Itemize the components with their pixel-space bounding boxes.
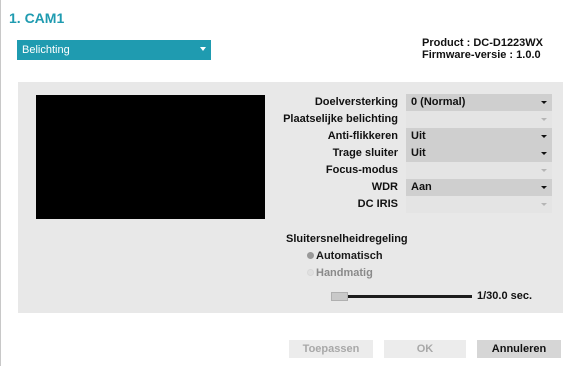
setting-select-anti-flikkeren[interactable]: Uit bbox=[406, 128, 552, 145]
setting-value: Uit bbox=[411, 147, 426, 159]
product-label: Product : DC-D1223WX bbox=[422, 37, 544, 49]
camera-preview bbox=[36, 95, 265, 219]
shutter-slider-handle[interactable] bbox=[331, 292, 348, 301]
chevron-down-icon bbox=[541, 135, 547, 138]
setting-label-doelversterking: Doelversterking bbox=[314, 96, 398, 108]
setting-value: Aan bbox=[411, 181, 432, 193]
setting-select-dc-iris bbox=[406, 196, 552, 213]
page-title: 1. CAM1 bbox=[9, 10, 65, 26]
chevron-down-icon bbox=[541, 101, 547, 104]
chevron-down-icon bbox=[541, 152, 547, 155]
apply-button[interactable]: Toepassen bbox=[289, 340, 373, 358]
setting-select-trage-sluiter[interactable]: Uit bbox=[406, 145, 552, 162]
category-select[interactable]: Belichting bbox=[17, 40, 211, 60]
chevron-down-icon bbox=[200, 47, 206, 51]
setting-label-focus-modus: Focus-modus bbox=[325, 164, 398, 176]
radio-unselected-icon bbox=[307, 269, 314, 276]
category-select-value: Belichting bbox=[22, 44, 70, 56]
setting-label-plaatselijke-belichting: Plaatselijke belichting bbox=[283, 113, 398, 125]
product-info: Product : DC-D1223WX Firmware-versie : 1… bbox=[422, 37, 543, 61]
setting-select-plaatselijke-belichting bbox=[406, 111, 552, 128]
chevron-down-icon bbox=[541, 203, 547, 206]
setting-label-wdr: WDR bbox=[371, 181, 398, 193]
setting-label-trage-sluiter: Trage sluiter bbox=[332, 147, 398, 159]
cancel-button[interactable]: Annuleren bbox=[477, 340, 561, 358]
radio-automatisch[interactable]: Automatisch bbox=[307, 250, 383, 262]
ok-button[interactable]: OK bbox=[384, 340, 466, 358]
shutter-speed-value: 1/30.0 sec. bbox=[477, 290, 533, 302]
radio-label: Automatisch bbox=[316, 250, 383, 262]
setting-value: Uit bbox=[411, 130, 426, 142]
radio-label: Handmatig bbox=[316, 267, 373, 279]
chevron-down-icon bbox=[541, 118, 547, 121]
setting-value: 0 (Normal) bbox=[411, 96, 466, 108]
setting-select-focus-modus bbox=[406, 162, 552, 179]
window-border bbox=[0, 0, 4, 366]
chevron-down-icon bbox=[541, 169, 547, 172]
radio-handmatig[interactable]: Handmatig bbox=[307, 267, 373, 279]
firmware-label: Firmware-versie : 1.0.0 bbox=[422, 49, 541, 61]
radio-selected-icon bbox=[307, 252, 314, 259]
chevron-down-icon bbox=[541, 186, 547, 189]
setting-label-anti-flikkeren: Anti-flikkeren bbox=[327, 130, 398, 142]
setting-label-dc-iris: DC IRIS bbox=[357, 198, 398, 210]
setting-select-wdr[interactable]: Aan bbox=[406, 179, 552, 196]
setting-select-doelversterking[interactable]: 0 (Normal) bbox=[406, 94, 552, 111]
shutter-slider-track[interactable] bbox=[348, 295, 472, 298]
shutter-section-label: Sluitersnelheidregeling bbox=[286, 233, 408, 245]
